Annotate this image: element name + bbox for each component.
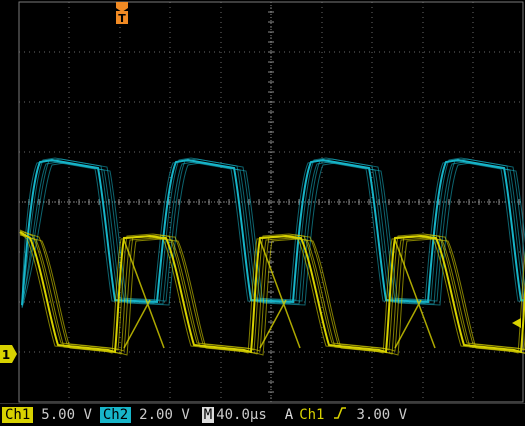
- trigger-level-arrow[interactable]: [512, 318, 521, 328]
- timebase-prefix: M: [201, 407, 215, 423]
- ch1-trace: [19, 234, 525, 356]
- ch1-ground-marker[interactable]: 1: [0, 345, 17, 363]
- ch1-label[interactable]: Ch1: [2, 407, 34, 423]
- trigger-marker-label: T: [118, 12, 126, 25]
- trigger-position-marker[interactable]: T: [116, 2, 128, 25]
- waveform-area: T 1: [0, 1, 525, 403]
- trigger-source[interactable]: Ch1: [299, 407, 324, 423]
- graticule-grid: [18, 1, 524, 403]
- oscilloscope-display: T 1: [0, 0, 525, 403]
- ch1-scale: 5.00 V: [41, 407, 92, 423]
- trigger-mode: A: [284, 407, 294, 423]
- rising-edge-icon: [333, 406, 347, 424]
- ch2-label[interactable]: Ch2: [99, 407, 132, 423]
- trigger-level: 3.00 V: [356, 407, 408, 423]
- ch1-marker-label: 1: [2, 348, 10, 362]
- ch1-trace: [19, 230, 525, 352]
- timebase-value[interactable]: 40.0µs: [216, 407, 267, 423]
- ch1-trace: [19, 232, 525, 354]
- ch2-scale: 2.00 V: [139, 407, 190, 423]
- status-bar: Ch1 5.00 V Ch2 2.00 V M 40.0µs A Ch1 3.0…: [0, 403, 525, 426]
